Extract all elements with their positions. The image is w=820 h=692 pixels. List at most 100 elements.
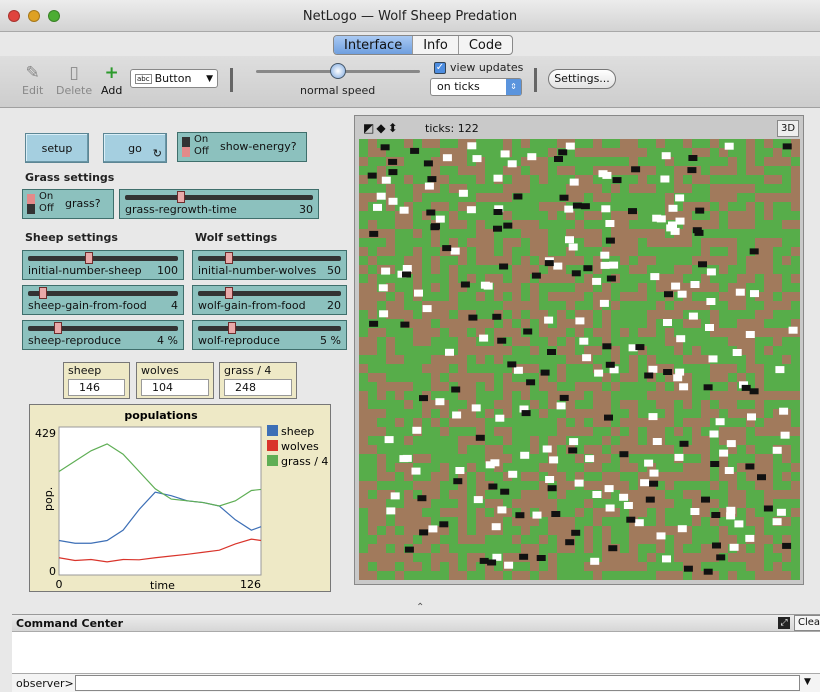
button-widget-icon: abc [135,73,152,84]
wolf-agent [536,555,546,561]
wolf-gain-from-food-slider[interactable]: wolf-gain-from-food 20 [192,285,347,315]
initial-number-wolves-slider[interactable]: initial-number-wolves 50 [192,250,347,280]
update-mode-select[interactable]: on ticks ⇕ [430,78,522,96]
grass-regrowth-time-slider[interactable]: grass-regrowth-time 30 [119,189,319,219]
grass-switch[interactable]: On Off grass? [22,189,114,219]
wolf-agent [513,193,523,200]
sheep-agent [564,205,574,213]
wolf-reproduce-slider[interactable]: wolf-reproduce 5 % [192,320,347,350]
view-control-icons[interactable]: ◩◆⬍ [363,121,400,135]
sheep-agent [750,290,759,298]
wolf-agent [628,208,637,215]
tab-info[interactable]: Info [412,36,458,54]
setup-button[interactable]: setup [25,133,89,163]
delete-button[interactable]: ▯ Delete [56,62,92,97]
chevron-down-icon[interactable]: ▼ [804,677,811,687]
settings-button[interactable]: Settings... [548,69,616,89]
view-updates-checkbox[interactable]: ✓ [434,62,446,74]
slider-value: 4 [171,299,178,312]
wolf-agent [554,156,563,162]
show-energy-switch[interactable]: On Off show-energy? [177,132,307,162]
sheep-agent [473,496,483,504]
wolf-agent [369,230,379,237]
sheep-agent [676,335,686,343]
initial-number-sheep-slider[interactable]: initial-number-sheep 100 [22,250,184,280]
wolf-agent [763,505,773,512]
wolf-agent [605,237,615,244]
sheep-agent [666,224,676,232]
slider-knob[interactable] [227,322,236,334]
slider-value: 5 % [320,334,341,347]
slider-knob[interactable] [84,252,93,264]
slider-value: 100 [157,264,178,277]
world-canvas[interactable] [359,139,800,580]
wolf-settings-label: Wolf settings [195,231,278,244]
sheep-agent [585,455,595,463]
sheep-agent [592,491,602,498]
expand-icon[interactable]: ⤢ [778,617,790,629]
command-input[interactable] [75,675,800,691]
tab-interface[interactable]: Interface [334,36,413,54]
sheep-agent [378,284,388,292]
slider-knob[interactable] [39,287,48,299]
wolf-agent [571,270,581,277]
legend-label: grass / 4 [281,455,328,468]
slider-knob[interactable] [53,322,62,334]
slider-knob[interactable] [225,287,233,299]
sheep-gain-from-food-slider[interactable]: sheep-gain-from-food 4 [22,285,184,315]
sheep-agent [455,467,465,474]
wolf-agent [404,546,414,553]
sheep-settings-label: Sheep settings [25,231,118,244]
sheep-agent [466,206,476,214]
tab-code[interactable]: Code [457,36,512,54]
sheep-agent [435,398,445,406]
wolf-agent [547,349,556,355]
wolf-agent [716,554,726,561]
sheep-agent [605,220,615,227]
sheep-agent [605,504,615,512]
sheep-agent [679,383,689,391]
sheep-agent [452,411,462,419]
3d-view-button[interactable]: 3D [777,120,799,137]
sheep-agent [705,324,714,331]
speed-slider-knob[interactable] [330,63,346,79]
sheep-agent [450,247,460,255]
sheep-agent [600,261,610,269]
sheep-reproduce-slider[interactable]: sheep-reproduce 4 % [22,320,184,350]
slider-track [198,256,341,261]
trash-icon: ▯ [69,63,79,83]
sheep-agent [458,189,468,197]
sheep-agent [640,479,650,487]
observer-prompt[interactable]: observer> [16,677,74,690]
edit-button[interactable]: ✎ Edit [22,62,43,97]
wolf-agent [388,169,398,176]
add-button[interactable]: + Add [101,62,122,97]
slider-knob[interactable] [225,252,233,264]
sheep-agent [708,355,718,363]
splitter-handle-icon[interactable]: ⌃ [416,602,424,613]
wolf-agent [475,434,485,441]
slider-track [28,326,178,331]
sheep-agent [715,418,725,426]
wolf-agent [683,565,693,572]
wolf-agent [701,496,710,503]
sheep-agent [520,451,530,459]
sheep-agent [652,438,662,445]
sheep-agent [623,502,633,509]
wolf-agent [679,440,689,447]
clear-button[interactable]: Clear [794,615,820,631]
y-axis-label: pop. [42,487,55,511]
world-view: ◩◆⬍ ticks: 122 3D [354,115,804,585]
wolf-agent [526,379,536,386]
wolves-monitor: wolves 104 [136,362,214,399]
grass-switch-label: grass? [65,197,101,210]
wolf-agent [544,260,554,267]
widget-type-select[interactable]: abc Button ▼ [130,69,218,88]
go-button[interactable]: go ↻ [103,133,167,163]
wolf-agent [663,369,673,375]
sheep-agent [513,366,523,374]
slider-knob[interactable] [177,191,186,203]
wolf-agent [580,203,590,210]
command-input-row: observer> ▼ [12,673,820,692]
wolf-agent [749,248,759,255]
